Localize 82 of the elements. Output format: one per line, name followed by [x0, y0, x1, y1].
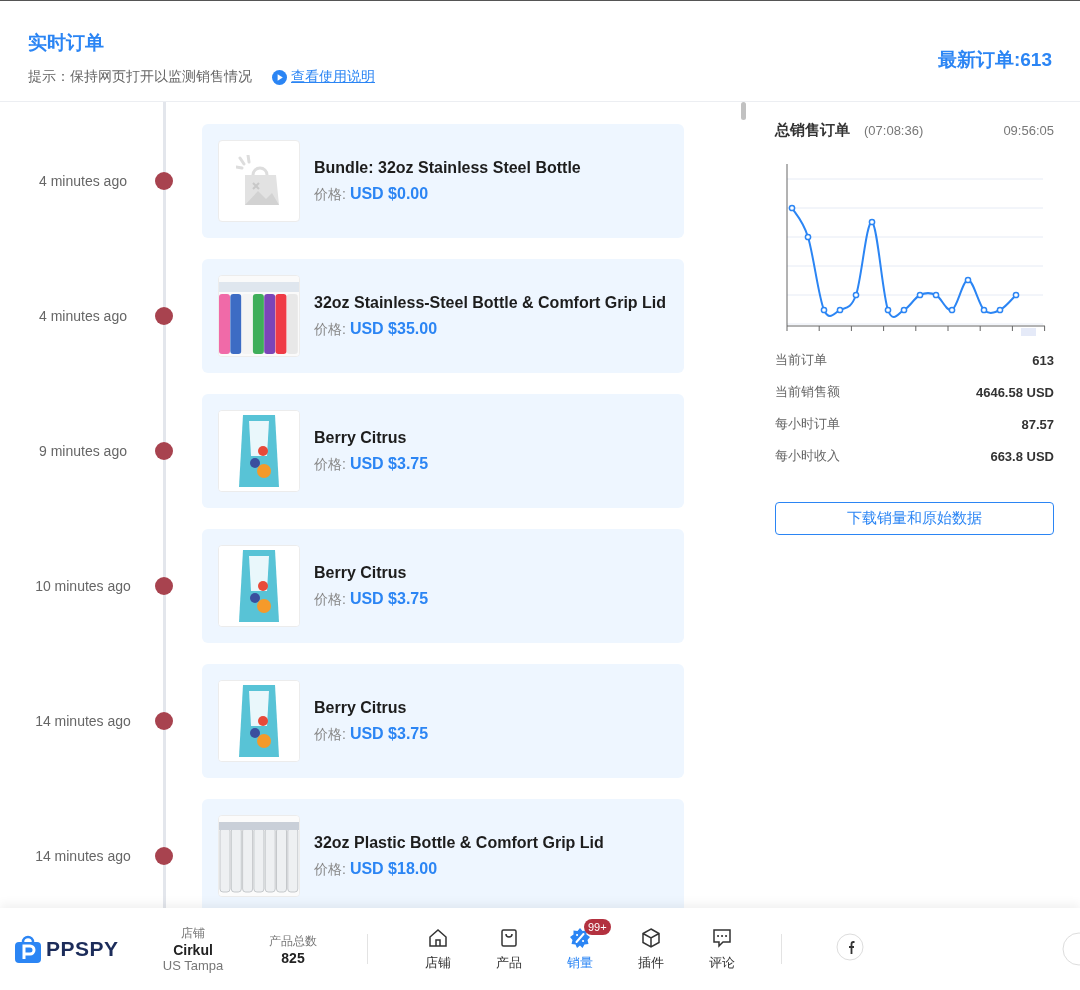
stat-label: 每小时订单	[775, 415, 840, 433]
order-time: 9 minutes ago	[38, 443, 128, 459]
timeline-dot	[155, 442, 173, 460]
count-label: 产品总数	[269, 932, 317, 950]
stat-label: 每小时收入	[775, 447, 840, 465]
price-label: 价格:	[314, 860, 346, 877]
data-point	[948, 306, 956, 314]
summary-time: 09:56:05	[1003, 123, 1054, 138]
logo-icon	[15, 935, 41, 963]
data-point	[820, 306, 828, 314]
chat-icon	[710, 926, 733, 949]
price-value: USD $3.75	[349, 589, 429, 607]
stat-value: 87.57	[1021, 416, 1054, 432]
logo-text: PPSPY	[46, 937, 119, 961]
data-point	[980, 306, 988, 314]
latest-order-count: 最新订单:613	[937, 48, 1052, 72]
summary-duration: (07:08:36)	[864, 123, 924, 138]
nav-tab[interactable]: 店铺	[402, 926, 473, 972]
price-value: USD $0.00	[349, 184, 429, 202]
price-label: 价格:	[314, 320, 346, 337]
data-point	[804, 233, 812, 241]
circle-button-icon[interactable]	[1060, 932, 1080, 966]
product-name: 32oz Stainless-Steel Bottle & Comfort Grip Lid	[314, 293, 667, 312]
order-time: 4 minutes ago	[38, 308, 128, 324]
stat-value: 4646.58 USD	[975, 384, 1054, 400]
order-time: 10 minutes ago	[34, 578, 132, 594]
data-point	[1012, 291, 1020, 299]
data-point	[852, 291, 860, 299]
summary-title: 总销售订单	[775, 121, 850, 140]
price-value: USD $3.75	[349, 724, 429, 742]
nav-tab[interactable]: 产品	[473, 926, 544, 972]
price-label: 价格:	[314, 455, 346, 472]
product-name: Berry Citrus	[314, 428, 408, 447]
order-time: 4 minutes ago	[38, 173, 128, 189]
product-name: Berry Citrus	[314, 698, 408, 717]
zoom-handle[interactable]	[1021, 328, 1036, 336]
nav-tab[interactable]: 插件	[615, 926, 686, 972]
store-location: US Tampa	[162, 958, 224, 973]
image-placeholder-icon	[236, 155, 282, 207]
store-label: 店铺	[181, 925, 205, 942]
price-value: USD $3.75	[349, 454, 429, 472]
download-button[interactable]: 下载销量和原始数据	[775, 502, 1054, 535]
stat-label: 当前销售额	[775, 383, 840, 401]
stat-value: 613	[1032, 352, 1054, 368]
price-value: USD $35.00	[349, 319, 438, 337]
page-title: 实时订单	[28, 31, 105, 55]
data-point	[996, 306, 1004, 314]
store-name: Cirkul	[173, 942, 213, 958]
timeline-dot	[155, 307, 173, 325]
price-label: 价格:	[314, 185, 346, 202]
data-point	[932, 291, 940, 299]
stat-label: 当前订单	[775, 351, 827, 369]
scrollbar-thumb[interactable]	[741, 102, 746, 120]
data-point	[900, 306, 908, 314]
home-icon	[426, 926, 449, 949]
price-label: 价格:	[314, 590, 346, 607]
cube-icon	[639, 926, 662, 949]
data-point	[964, 276, 972, 284]
timeline-dot	[155, 172, 173, 190]
price-value: USD $18.00	[349, 859, 438, 877]
data-point	[788, 204, 796, 212]
play-icon	[272, 69, 287, 85]
product-name: Bundle: 32oz Stainless Steel Bottle	[314, 158, 581, 177]
product-count: 825	[281, 949, 305, 966]
timeline-dot	[155, 847, 173, 865]
count-badge: 99+	[584, 918, 611, 935]
product-name: 32oz Plastic Bottle & Comfort Grip Lid	[314, 833, 604, 852]
hint-text: 提示：保持网页打开以监测销售情况	[28, 68, 252, 86]
stat-value: 663.8 USD	[990, 448, 1054, 464]
help-link[interactable]: 查看使用说明	[291, 68, 375, 86]
data-point	[836, 306, 844, 314]
timeline-dot	[155, 712, 173, 730]
timeline-dot	[155, 577, 173, 595]
product-name: Berry Citrus	[314, 563, 408, 582]
data-point	[884, 306, 892, 314]
facebook-icon[interactable]	[836, 933, 864, 961]
price-label: 价格:	[314, 725, 346, 742]
order-time: 14 minutes ago	[34, 848, 132, 864]
data-point	[916, 291, 924, 299]
nav-tab[interactable]: 评论	[686, 926, 757, 972]
data-point	[868, 218, 876, 226]
order-time: 14 minutes ago	[34, 713, 132, 729]
